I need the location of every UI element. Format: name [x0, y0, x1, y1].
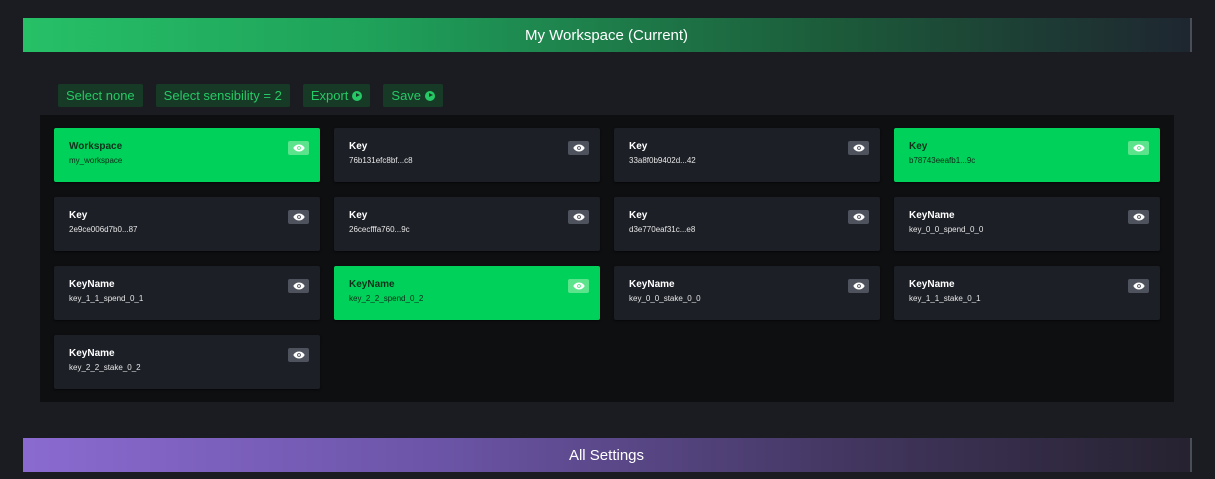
play-circle-icon — [352, 90, 363, 101]
select-none-label: Select none — [66, 88, 135, 103]
item-card-title: Key — [629, 141, 648, 152]
eye-icon — [852, 144, 865, 152]
all-settings-header[interactable]: All Settings — [23, 438, 1192, 472]
save-label: Save — [391, 88, 422, 103]
item-card-title: KeyName — [349, 279, 395, 290]
item-card-value: 2e9ce006d7b0...87 — [69, 225, 138, 234]
eye-toggle-button[interactable] — [848, 141, 869, 155]
item-card[interactable]: Key 26cecfffa760...9c — [334, 197, 600, 251]
item-card[interactable]: Workspace my_workspace — [54, 128, 320, 182]
item-card-value: my_workspace — [69, 156, 123, 165]
workspace-header[interactable]: My Workspace (Current) — [23, 18, 1192, 52]
select-sensibility-label: Select sensibility = 2 — [163, 88, 282, 103]
eye-icon — [852, 213, 865, 221]
item-card-title: KeyName — [69, 279, 115, 290]
item-card-value: 26cecfffa760...9c — [349, 225, 410, 234]
item-card[interactable]: Key 2e9ce006d7b0...87 — [54, 197, 320, 251]
export-button[interactable]: Export — [302, 84, 371, 107]
select-none-button[interactable]: Select none — [58, 84, 143, 107]
eye-icon — [292, 144, 305, 152]
item-card[interactable]: Key 33a8f0b9402d...42 — [614, 128, 880, 182]
item-card-value: key_0_0_spend_0_0 — [909, 225, 984, 234]
eye-icon — [572, 144, 585, 152]
eye-icon — [1132, 282, 1145, 290]
select-sensibility-button[interactable]: Select sensibility = 2 — [155, 84, 290, 107]
eye-icon — [292, 213, 305, 221]
item-card-title: KeyName — [69, 348, 115, 359]
item-card[interactable]: KeyName key_0_0_spend_0_0 — [894, 197, 1160, 251]
item-card[interactable]: KeyName key_1_1_spend_0_1 — [54, 266, 320, 320]
item-card-value: key_1_1_stake_0_1 — [909, 294, 981, 303]
workspace-items-panel: Workspace my_workspace Key 76b131efc8bf.… — [40, 115, 1174, 402]
save-button[interactable]: Save — [383, 84, 444, 107]
eye-toggle-button[interactable] — [1128, 141, 1149, 155]
eye-icon — [572, 282, 585, 290]
item-card[interactable]: KeyName key_1_1_stake_0_1 — [894, 266, 1160, 320]
item-card[interactable]: KeyName key_2_2_spend_0_2 — [334, 266, 600, 320]
eye-toggle-button[interactable] — [1128, 279, 1149, 293]
eye-icon — [292, 282, 305, 290]
item-card-value: key_1_1_spend_0_1 — [69, 294, 144, 303]
item-card[interactable]: KeyName key_0_0_stake_0_0 — [614, 266, 880, 320]
item-card-title: Workspace — [69, 141, 123, 152]
item-card-value: 76b131efc8bf...c8 — [349, 156, 413, 165]
item-card-value: key_2_2_spend_0_2 — [349, 294, 424, 303]
item-card-value: key_0_0_stake_0_0 — [629, 294, 701, 303]
item-card-title: Key — [349, 210, 368, 221]
item-card-value: d3e770eaf31c...e8 — [629, 225, 696, 234]
play-circle-icon — [425, 90, 436, 101]
export-label: Export — [310, 88, 349, 103]
eye-icon — [572, 213, 585, 221]
eye-icon — [1132, 144, 1145, 152]
workspace-header-title: My Workspace (Current) — [524, 26, 689, 44]
all-settings-title: All Settings — [568, 446, 645, 464]
eye-toggle-button[interactable] — [568, 210, 589, 224]
item-card[interactable]: Key b78743eeafb1...9c — [894, 128, 1160, 182]
item-card[interactable]: Key 76b131efc8bf...c8 — [334, 128, 600, 182]
item-card-value: key_2_2_stake_0_2 — [69, 363, 141, 372]
item-card-title: Key — [69, 210, 88, 221]
item-card-title: Key — [349, 141, 368, 152]
item-card-title: Key — [629, 210, 648, 221]
eye-toggle-button[interactable] — [1128, 210, 1149, 224]
eye-toggle-button[interactable] — [568, 141, 589, 155]
eye-toggle-button[interactable] — [848, 210, 869, 224]
item-card-value: b78743eeafb1...9c — [909, 156, 976, 165]
eye-icon — [1132, 213, 1145, 221]
eye-toggle-button[interactable] — [288, 279, 309, 293]
eye-toggle-button[interactable] — [288, 141, 309, 155]
item-card-title: KeyName — [909, 279, 955, 290]
item-card[interactable]: Key d3e770eaf31c...e8 — [614, 197, 880, 251]
eye-toggle-button[interactable] — [288, 348, 309, 362]
eye-toggle-button[interactable] — [568, 279, 589, 293]
eye-icon — [852, 282, 865, 290]
item-card-title: KeyName — [629, 279, 675, 290]
item-card-value: 33a8f0b9402d...42 — [629, 156, 696, 165]
eye-toggle-button[interactable] — [848, 279, 869, 293]
eye-toggle-button[interactable] — [288, 210, 309, 224]
item-card-title: KeyName — [909, 210, 955, 221]
eye-icon — [292, 351, 305, 359]
item-card[interactable]: KeyName key_2_2_stake_0_2 — [54, 335, 320, 389]
toolbar: Select none Select sensibility = 2 Expor… — [58, 84, 444, 107]
item-card-title: Key — [909, 141, 928, 152]
workspace-items-grid: Workspace my_workspace Key 76b131efc8bf.… — [54, 128, 1160, 389]
